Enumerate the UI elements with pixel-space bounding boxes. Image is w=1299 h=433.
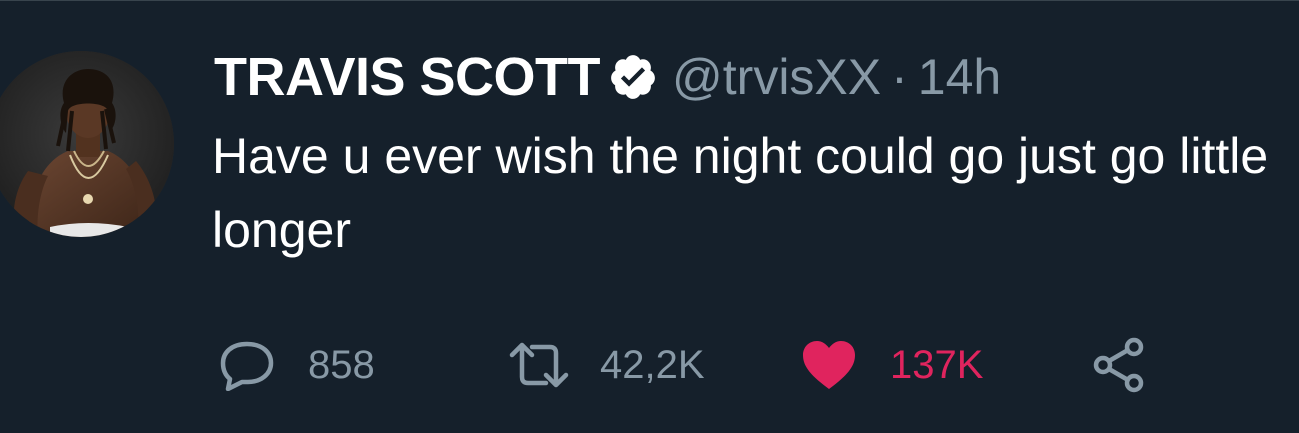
retweet-button[interactable]: 42,2K bbox=[508, 337, 705, 393]
tweet-card[interactable]: TRAVIS SCOTT @trvisXX · 14h Have u ever … bbox=[0, 0, 1299, 433]
share-icon bbox=[1092, 337, 1146, 393]
heart-icon bbox=[800, 339, 858, 391]
separator-dot: · bbox=[891, 49, 908, 105]
tweet-text: Have u ever wish the night could go just… bbox=[212, 128, 1269, 258]
retweet-count: 42,2K bbox=[600, 342, 705, 387]
reply-count: 858 bbox=[308, 342, 375, 387]
avatar-photo bbox=[0, 51, 174, 237]
tweet-timestamp[interactable]: 14h bbox=[918, 48, 1001, 106]
retweet-icon bbox=[508, 339, 570, 391]
tweet-header: TRAVIS SCOTT @trvisXX · 14h bbox=[214, 45, 1001, 109]
reply-button[interactable]: 858 bbox=[218, 337, 375, 393]
share-button[interactable] bbox=[1092, 337, 1146, 393]
author-name[interactable]: TRAVIS SCOTT bbox=[214, 46, 601, 108]
tweet-actions: 858 42,2K 137K bbox=[0, 337, 1299, 393]
verified-badge-icon bbox=[608, 52, 658, 102]
reply-icon bbox=[218, 339, 276, 391]
avatar[interactable] bbox=[0, 51, 174, 237]
like-count: 137K bbox=[890, 342, 984, 387]
author-handle[interactable]: @trvisXX bbox=[672, 48, 881, 106]
like-button[interactable]: 137K bbox=[800, 337, 983, 393]
